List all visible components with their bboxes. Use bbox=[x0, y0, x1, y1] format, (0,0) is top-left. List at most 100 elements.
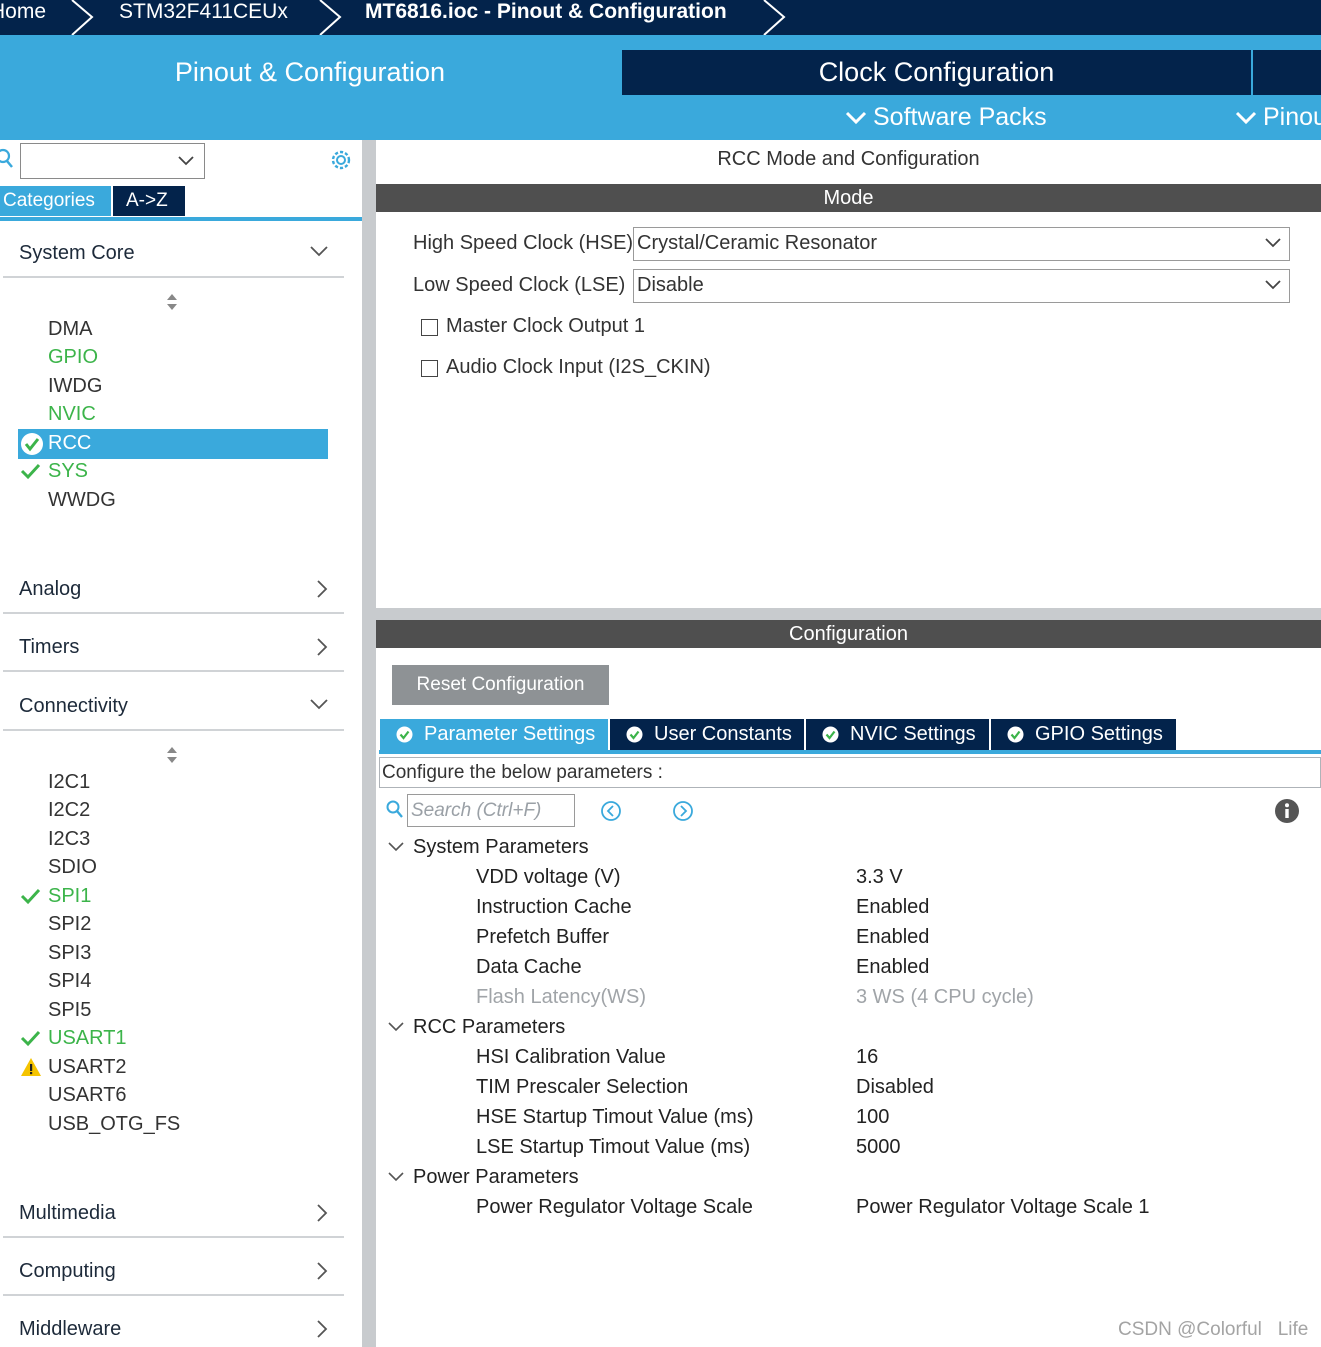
param-value[interactable]: 3.3 V bbox=[856, 866, 903, 889]
tab-more[interactable] bbox=[1253, 50, 1321, 95]
chevron-down-icon bbox=[310, 699, 328, 710]
parameter-search-input[interactable]: Search (Ctrl+F) bbox=[407, 794, 575, 827]
group-multimedia[interactable]: Multimedia bbox=[3, 1198, 344, 1238]
list-item-sys[interactable]: SYS bbox=[48, 460, 88, 483]
tab-underline bbox=[379, 750, 1321, 754]
sort-icon[interactable] bbox=[165, 293, 179, 311]
mco1-checkbox[interactable] bbox=[421, 319, 438, 336]
list-item-spi3[interactable]: SPI3 bbox=[48, 942, 91, 965]
tab-clock-configuration[interactable]: Clock Configuration bbox=[622, 50, 1251, 95]
hse-select[interactable]: Crystal/Ceramic Resonator bbox=[633, 227, 1290, 261]
breadcrumb-device[interactable]: STM32F411CEUx bbox=[119, 0, 288, 35]
param-name: LSE Startup Timout Value (ms) bbox=[476, 1136, 751, 1158]
list-item-rcc[interactable]: RCC bbox=[48, 432, 91, 455]
group-label: Analog bbox=[19, 578, 82, 600]
group-system-core[interactable]: System Core bbox=[3, 238, 344, 278]
pinout-menu-label: Pinout bbox=[1263, 103, 1321, 131]
breadcrumb-home[interactable]: Home bbox=[0, 0, 46, 35]
list-item-nvic[interactable]: NVIC bbox=[48, 403, 96, 426]
lse-select[interactable]: Disable bbox=[633, 269, 1290, 303]
search-icon bbox=[386, 800, 403, 818]
tab-categories[interactable]: Categories bbox=[0, 186, 111, 216]
panel-splitter[interactable] bbox=[362, 140, 376, 1347]
breadcrumb-chevron-icon bbox=[319, 0, 342, 35]
tab-parameter-settings[interactable]: Parameter Settings bbox=[380, 719, 608, 750]
breadcrumb-chevron-icon bbox=[763, 0, 786, 35]
list-item-spi4[interactable]: SPI4 bbox=[48, 970, 91, 993]
chevron-right-icon bbox=[317, 1204, 328, 1222]
i2s-ckin-label: Audio Clock Input (I2S_CKIN) bbox=[446, 356, 711, 378]
group-computing[interactable]: Computing bbox=[3, 1256, 344, 1296]
list-item-dma[interactable]: DMA bbox=[48, 318, 92, 341]
breadcrumb-project[interactable]: MT6816.ioc - Pinout & Configuration bbox=[365, 0, 727, 35]
page-title: RCC Mode and Configuration bbox=[717, 148, 980, 170]
param-value[interactable]: Enabled bbox=[856, 896, 929, 919]
chevron-right-icon bbox=[317, 1262, 328, 1280]
param-value[interactable]: Disabled bbox=[856, 1076, 934, 1099]
reset-configuration-button[interactable]: Reset Configuration bbox=[392, 665, 609, 705]
tab-gpio-settings[interactable]: GPIO Settings bbox=[991, 719, 1176, 750]
chevron-down-icon[interactable] bbox=[388, 1021, 404, 1033]
check-icon bbox=[20, 1030, 41, 1047]
chevron-down-icon[interactable] bbox=[388, 1171, 404, 1183]
hse-select-value: Crystal/Ceramic Resonator bbox=[637, 232, 878, 254]
list-item-spi1[interactable]: SPI1 bbox=[48, 885, 91, 908]
param-group-system[interactable]: System Parameters bbox=[413, 836, 589, 859]
param-name: Power Regulator Voltage Scale bbox=[476, 1196, 753, 1218]
list-item-usart1[interactable]: USART1 bbox=[48, 1027, 127, 1050]
lse-label: Low Speed Clock (LSE) bbox=[413, 274, 626, 296]
param-group-rcc[interactable]: RCC Parameters bbox=[413, 1016, 565, 1039]
chevron-down-icon bbox=[1235, 112, 1257, 125]
list-item-i2c3[interactable]: I2C3 bbox=[48, 828, 90, 851]
tab-pinout-configuration[interactable]: Pinout & Configuration bbox=[0, 50, 620, 95]
search-input[interactable] bbox=[20, 143, 205, 179]
list-item-gpio[interactable]: GPIO bbox=[48, 346, 98, 369]
info-icon[interactable] bbox=[1274, 798, 1300, 824]
param-name: Flash Latency(WS) bbox=[476, 986, 647, 1008]
check-icon bbox=[20, 888, 41, 905]
list-item-iwdg[interactable]: IWDG bbox=[48, 375, 102, 398]
param-value[interactable]: Power Regulator Voltage Scale 1 bbox=[856, 1196, 1150, 1219]
param-value[interactable]: 5000 bbox=[856, 1136, 901, 1159]
tab-user-constants[interactable]: User Constants bbox=[610, 719, 804, 750]
chevron-down-icon[interactable] bbox=[388, 841, 404, 853]
group-label: Middleware bbox=[19, 1318, 122, 1340]
list-item-spi5[interactable]: SPI5 bbox=[48, 999, 91, 1022]
sort-icon[interactable] bbox=[165, 746, 179, 764]
param-value[interactable]: Enabled bbox=[856, 926, 929, 949]
software-packs-menu[interactable]: Software Packs bbox=[845, 97, 1047, 137]
group-label: System Core bbox=[19, 242, 135, 264]
list-item-i2c1[interactable]: I2C1 bbox=[48, 771, 90, 794]
group-analog[interactable]: Analog bbox=[3, 574, 344, 614]
tab-a-z[interactable]: A->Z bbox=[113, 186, 185, 216]
param-name: VDD voltage (V) bbox=[476, 866, 621, 888]
search-icon[interactable] bbox=[0, 148, 14, 170]
list-item-usb-otg-fs[interactable]: USB_OTG_FS bbox=[48, 1113, 180, 1136]
next-result-icon[interactable] bbox=[672, 800, 694, 822]
main-tab-bar: Pinout & Configuration Clock Configurati… bbox=[0, 35, 1321, 140]
rcc-config-panel: RCC Mode and Configuration Mode High Spe… bbox=[376, 140, 1321, 1347]
list-item-spi2[interactable]: SPI2 bbox=[48, 913, 91, 936]
param-value[interactable]: 100 bbox=[856, 1106, 889, 1129]
tab-nvic-settings[interactable]: NVIC Settings bbox=[806, 719, 989, 750]
param-value[interactable]: 16 bbox=[856, 1046, 878, 1069]
group-label: Connectivity bbox=[19, 695, 128, 717]
list-item-wwdg[interactable]: WWDG bbox=[48, 489, 116, 512]
i2s-ckin-checkbox[interactable] bbox=[421, 360, 438, 377]
list-item-sdio[interactable]: SDIO bbox=[48, 856, 97, 879]
param-value[interactable]: Enabled bbox=[856, 956, 929, 979]
list-item-usart6[interactable]: USART6 bbox=[48, 1084, 127, 1107]
group-timers[interactable]: Timers bbox=[3, 632, 344, 672]
watermark: CSDN @Colorful Life bbox=[1118, 1319, 1309, 1340]
group-connectivity[interactable]: Connectivity bbox=[3, 691, 344, 731]
section-divider[interactable] bbox=[376, 608, 1321, 620]
group-middleware[interactable]: Middleware bbox=[3, 1314, 344, 1347]
pinout-menu[interactable]: Pinout bbox=[1235, 97, 1321, 137]
param-group-power[interactable]: Power Parameters bbox=[413, 1166, 579, 1189]
gear-icon[interactable] bbox=[328, 147, 354, 173]
tab-label: NVIC Settings bbox=[850, 723, 976, 745]
list-item-i2c2[interactable]: I2C2 bbox=[48, 799, 90, 822]
list-item-usart2[interactable]: USART2 bbox=[48, 1056, 127, 1079]
check-circle-icon bbox=[21, 433, 43, 455]
previous-result-icon[interactable] bbox=[600, 800, 622, 822]
